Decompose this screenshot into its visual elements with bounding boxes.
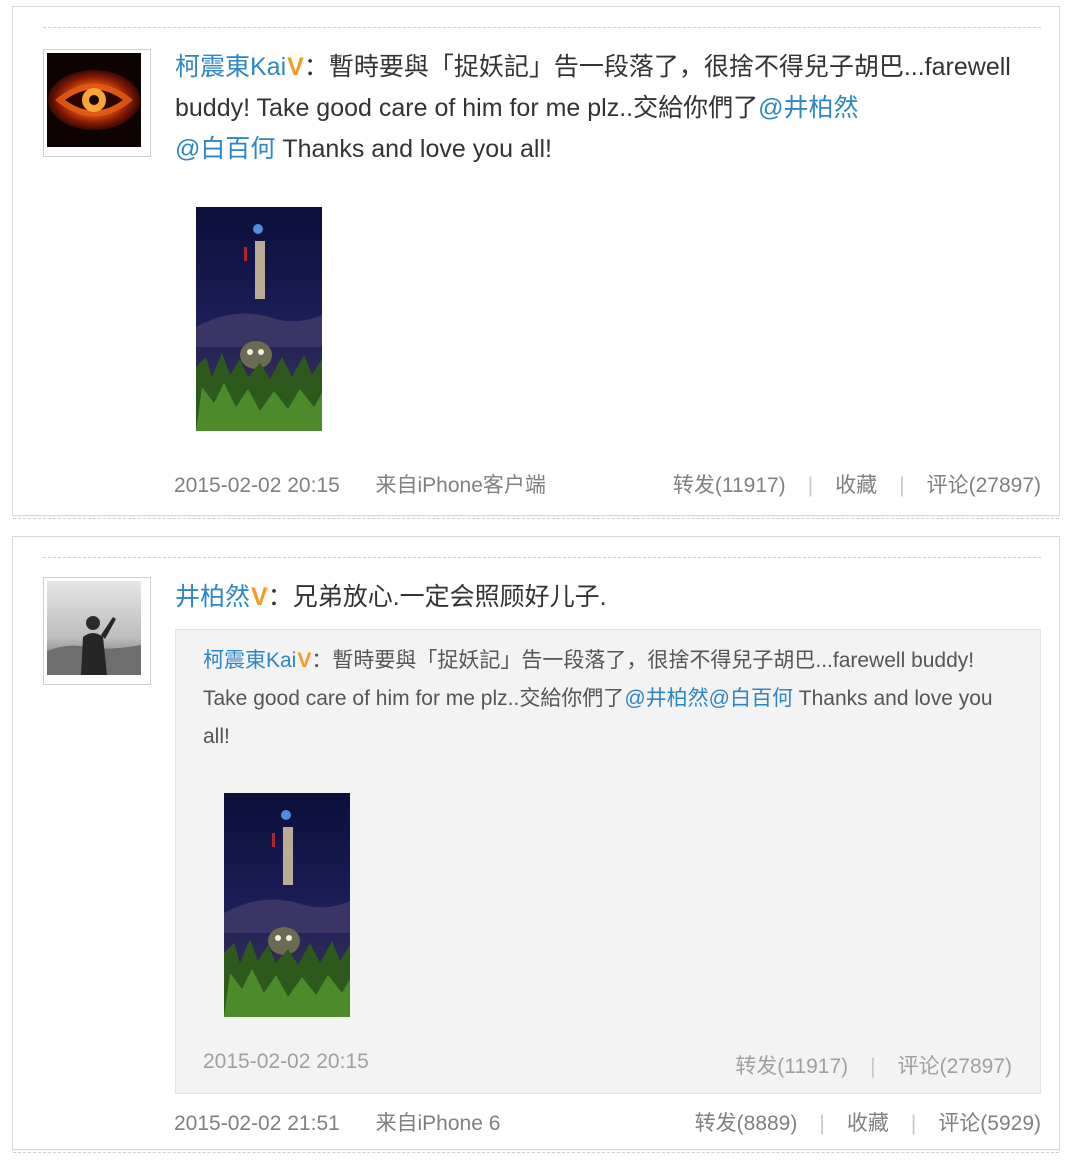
post-actions: 转发(8889) | 收藏 | 评论(5929) [695,1107,1041,1137]
username-link[interactable]: 柯震東Kai [175,53,286,81]
quoted-post-text: 柯震東KaiV：暫時要與「捉妖記」告一段落了，很捨不得兒子胡巴...farewe… [203,642,1010,756]
post-source: 来自iPhone客户端 [375,474,546,497]
mention-link[interactable]: @白百何 [175,135,275,163]
quoted-meta: 2015-02-02 20:15 [203,1050,369,1074]
divider [13,1152,1059,1153]
divider [13,518,1059,519]
post-time-link[interactable]: 2015-02-02 20:15 [174,474,340,497]
quoted-image-thumbnail[interactable] [224,793,350,1017]
quoted-time-link[interactable]: 2015-02-02 20:15 [203,1050,369,1073]
fiery-eye-avatar-image [47,53,141,147]
quoted-post: 柯震東KaiV：暫時要與「捉妖記」告一段落了，很捨不得兒子胡巴...farewe… [175,629,1041,1094]
repost-button[interactable]: 转发(11917) [673,474,786,497]
divider: | [819,1112,825,1135]
weibo-post-card: 柯震東KaiV：暫時要與「捉妖記」告一段落了，很捨不得兒子胡巴...farewe… [12,6,1060,519]
colon: ： [303,53,329,81]
divider [43,27,1041,28]
colon: ： [311,649,333,672]
divider: | [807,474,814,497]
verified-badge-icon: V [287,53,304,81]
divider [43,557,1041,558]
mention-link[interactable]: @井柏然 [624,687,708,710]
post-source: 来自iPhone 6 [375,1112,501,1135]
post-text: 井柏然V：兄弟放心.一定会照顾好儿子. [175,577,1041,618]
post-text: 柯震東KaiV：暫時要與「捉妖記」告一段落了，很捨不得兒子胡巴...farewe… [175,47,1041,170]
avatar[interactable] [43,49,151,157]
comment-button[interactable]: 评论(27897) [927,474,1041,497]
mention-link[interactable]: @井柏然 [758,94,858,122]
movie-poster-image [224,793,350,1017]
divider: | [899,474,905,497]
repost-button[interactable]: 转发(8889) [695,1112,798,1135]
quoted-actions: 转发(11917) | 评论(27897) [735,1050,1012,1080]
favorite-button[interactable]: 收藏 [835,474,877,497]
quoted-comment-button[interactable]: 评论(27897) [898,1055,1012,1078]
quoted-username-link[interactable]: 柯震東Kai [203,649,296,672]
movie-poster-image [196,207,322,431]
post-body: 兄弟放心.一定会照顾好儿子. [292,583,607,611]
comment-button[interactable]: 评论(5929) [938,1112,1041,1135]
silhouette-avatar-image [47,581,141,675]
post-image-thumbnail[interactable] [196,207,322,431]
verified-badge-icon: V [251,583,268,611]
username-link[interactable]: 井柏然 [175,583,250,611]
post-body-end: Thanks and love you all! [275,135,552,163]
verified-badge-icon: V [297,649,312,672]
favorite-button[interactable]: 收藏 [847,1112,889,1135]
divider: | [870,1055,876,1078]
post-time-link[interactable]: 2015-02-02 21:51 [174,1112,340,1135]
post-meta: 2015-02-02 21:51 来自iPhone 6 [174,1107,500,1137]
mention-link[interactable]: @白百何 [709,687,793,710]
colon: ： [267,583,293,611]
divider: | [910,1112,917,1135]
quoted-repost-button[interactable]: 转发(11917) [735,1055,848,1078]
weibo-post-card: 井柏然V：兄弟放心.一定会照顾好儿子. 柯震東KaiV：暫時要與「捉妖記」告一段… [12,536,1060,1153]
avatar[interactable] [43,577,151,685]
post-meta: 2015-02-02 20:15 来自iPhone客户端 [174,469,546,499]
post-actions: 转发(11917) | 收藏 | 评论(27897) [673,469,1041,499]
